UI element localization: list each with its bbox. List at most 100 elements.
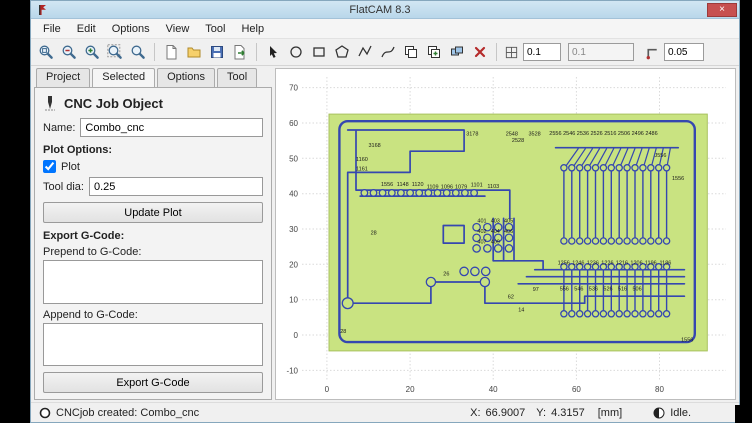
svg-text:406: 406: [504, 229, 513, 235]
name-input[interactable]: [80, 118, 263, 137]
grid-x-input[interactable]: [523, 43, 561, 61]
menu-view[interactable]: View: [158, 20, 198, 38]
units-label: [mm]: [598, 407, 622, 419]
corner-snap-icon[interactable]: [645, 45, 660, 60]
svg-text:536: 536: [589, 287, 598, 293]
draw-polygon-icon[interactable]: [331, 41, 353, 63]
svg-text:3168: 3168: [369, 143, 381, 149]
svg-text:1079: 1079: [455, 185, 467, 191]
title-bar[interactable]: FlatCAM 8.3 ×: [31, 1, 739, 19]
draw-rect-icon[interactable]: [308, 41, 330, 63]
svg-text:28: 28: [371, 231, 377, 237]
svg-text:20: 20: [289, 260, 298, 269]
svg-text:1556: 1556: [381, 182, 393, 188]
zoom-window-icon[interactable]: [104, 41, 126, 63]
svg-text:-10: -10: [286, 366, 298, 375]
idle-icon: [653, 407, 665, 419]
pcb-plot-canvas[interactable]: 020406080-100102030405060703168317825483…: [276, 69, 736, 400]
app-icon: [37, 4, 49, 16]
export-file-icon[interactable]: [229, 41, 251, 63]
name-label: Name:: [43, 122, 75, 134]
menu-edit[interactable]: Edit: [69, 20, 104, 38]
union-objects-icon[interactable]: [446, 41, 468, 63]
export-gcode-button[interactable]: Export G-Code: [43, 372, 263, 393]
svg-text:1161: 1161: [356, 166, 368, 172]
append-gcode-textarea[interactable]: [43, 323, 263, 367]
x-value: 66.9007: [486, 407, 526, 419]
x-label: X:: [470, 407, 480, 419]
svg-text:405: 405: [504, 218, 513, 224]
tab-selected[interactable]: Selected: [92, 68, 155, 87]
svg-text:403: 403: [491, 218, 500, 224]
content-area: Project Selected Options Tool CNC Job Ob…: [31, 66, 739, 402]
draw-path-icon[interactable]: [354, 41, 376, 63]
desktop: { "window": { "title": "FlatCAM 8.3", "c…: [0, 0, 752, 423]
svg-text:1256: 1256: [558, 261, 570, 267]
svg-text:2486: 2486: [645, 131, 657, 137]
zoom-in-icon[interactable]: [81, 41, 103, 63]
update-plot-button[interactable]: Update Plot: [43, 202, 263, 223]
svg-text:1246: 1246: [572, 261, 584, 267]
tool-dia-input[interactable]: [89, 177, 263, 196]
svg-text:2496: 2496: [632, 131, 644, 137]
svg-text:1160: 1160: [356, 157, 368, 163]
plot-options-label: Plot Options:: [43, 144, 263, 156]
menu-tool[interactable]: Tool: [197, 20, 233, 38]
svg-text:506: 506: [633, 287, 642, 293]
save-project-icon[interactable]: [206, 41, 228, 63]
tab-options[interactable]: Options: [157, 68, 215, 87]
prepend-label: Prepend to G-Code:: [43, 246, 263, 258]
zoom-fit-icon[interactable]: [35, 41, 57, 63]
svg-text:1206: 1206: [630, 261, 642, 267]
grid-snap-icon[interactable]: [504, 45, 519, 60]
copy-object-icon[interactable]: [400, 41, 422, 63]
svg-text:28: 28: [340, 329, 346, 335]
plot-checkbox[interactable]: [43, 160, 56, 173]
svg-text:J556: J556: [655, 153, 667, 159]
prepend-gcode-textarea[interactable]: [43, 260, 263, 304]
new-project-icon[interactable]: [160, 41, 182, 63]
delete-object-icon[interactable]: [469, 41, 491, 63]
app-state: Idle.: [653, 407, 691, 419]
svg-text:20: 20: [406, 385, 415, 394]
close-button[interactable]: ×: [707, 3, 737, 17]
desktop-corner: [735, 405, 752, 423]
svg-text:2528: 2528: [512, 138, 524, 144]
menu-help[interactable]: Help: [233, 20, 272, 38]
tab-tool[interactable]: Tool: [217, 68, 257, 87]
svg-text:50: 50: [289, 154, 298, 163]
draw-circle-icon[interactable]: [285, 41, 307, 63]
status-message: CNCjob created: Combo_cnc: [56, 407, 199, 419]
zoom-pan-icon[interactable]: [127, 41, 149, 63]
svg-text:404: 404: [491, 229, 500, 235]
svg-text:1556: 1556: [681, 337, 693, 343]
status-bar: CNCjob created: Combo_cnc X: 66.9007 Y: …: [31, 402, 739, 422]
svg-text:30: 30: [289, 225, 298, 234]
state-label: Idle.: [670, 407, 691, 419]
zoom-out-icon[interactable]: [58, 41, 80, 63]
svg-text:1096: 1096: [441, 185, 453, 191]
svg-text:2546: 2546: [563, 131, 575, 137]
svg-text:2506: 2506: [618, 131, 630, 137]
select-cursor-icon[interactable]: [262, 41, 284, 63]
grid-y-input[interactable]: [568, 43, 634, 61]
duplicate-object-icon[interactable]: [423, 41, 445, 63]
svg-text:97: 97: [533, 287, 539, 293]
menu-file[interactable]: File: [35, 20, 69, 38]
svg-text:70: 70: [289, 84, 298, 93]
svg-text:1186: 1186: [660, 261, 672, 267]
tab-project[interactable]: Project: [36, 68, 90, 87]
toolbar-separator: [256, 43, 257, 61]
page-title: CNC Job Object: [64, 96, 163, 111]
panel-title-row: CNC Job Object: [43, 95, 263, 111]
open-project-icon[interactable]: [183, 41, 205, 63]
snap-max-input[interactable]: [664, 43, 704, 61]
svg-text:1101: 1101: [471, 183, 483, 189]
svg-text:526: 526: [603, 287, 612, 293]
svg-text:2526: 2526: [591, 131, 603, 137]
svg-text:40: 40: [289, 190, 298, 199]
draw-curve-icon[interactable]: [377, 41, 399, 63]
plot-area[interactable]: 020406080-100102030405060703168317825483…: [275, 68, 736, 400]
svg-text:1216: 1216: [616, 261, 628, 267]
menu-options[interactable]: Options: [104, 20, 158, 38]
